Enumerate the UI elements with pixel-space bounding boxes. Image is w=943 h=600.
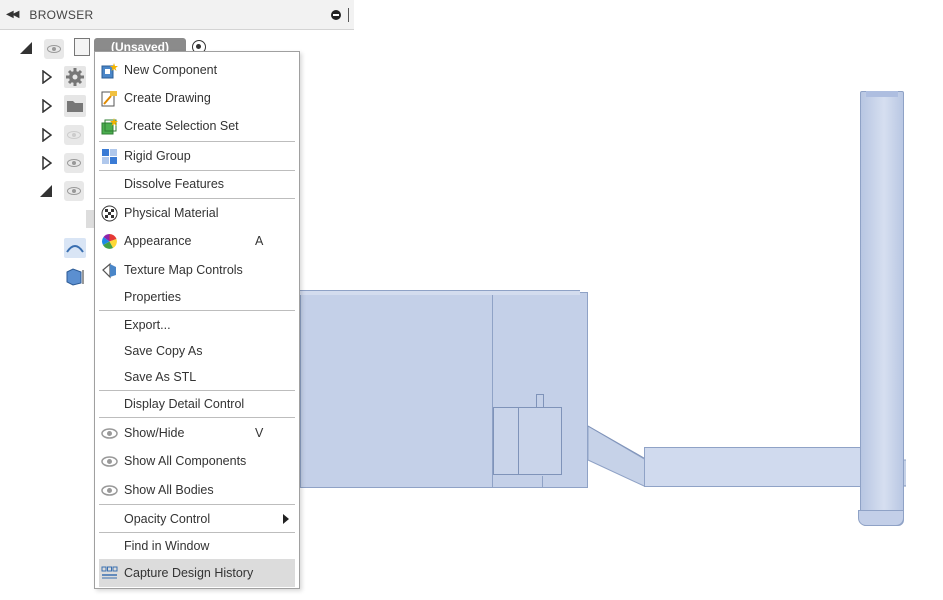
menu-item-save-as-stl[interactable]: Save As STL: [99, 367, 295, 387]
browser-header: ◀◀ BROWSER: [0, 0, 354, 30]
menu-item-appearance[interactable]: Appearance A: [99, 231, 295, 251]
menu-separator: [99, 532, 295, 533]
menu-item-rigid-group[interactable]: Rigid Group: [99, 146, 295, 166]
expanded-triangle-icon[interactable]: [20, 42, 32, 54]
visibility-eye-icon[interactable]: [44, 39, 64, 59]
model-bottom-edge: [542, 476, 543, 488]
menu-item-new-component[interactable]: New Component: [99, 60, 295, 80]
expanded-triangle-icon[interactable]: [40, 185, 52, 197]
folder-icon: [64, 95, 86, 117]
menu-item-show-hide[interactable]: Show/Hide V: [99, 423, 295, 443]
model-detail-line: [518, 408, 519, 474]
eye-icon: [101, 427, 118, 439]
shortcut-appearance: A: [255, 234, 264, 248]
new-component-icon: [101, 62, 118, 78]
model-small-tab: [536, 394, 544, 408]
collapsed-triangle-icon[interactable]: [42, 99, 52, 113]
sketch-icon: [64, 238, 86, 258]
eye-icon: [101, 455, 118, 467]
menu-item-show-all-components[interactable]: Show All Components: [99, 451, 295, 471]
browser-title: BROWSER: [29, 7, 94, 22]
selection-set-icon: [101, 117, 118, 134]
menu-item-create-selection-set[interactable]: Create Selection Set: [99, 116, 295, 136]
component-icon: [74, 38, 90, 56]
menu-item-show-all-bodies[interactable]: Show All Bodies: [99, 480, 295, 500]
menu-item-texture-map-controls[interactable]: Texture Map Controls: [99, 260, 295, 280]
menu-item-capture-design-history[interactable]: Capture Design History: [99, 559, 295, 587]
capture-history-icon: [101, 566, 118, 579]
panel-pin-icon[interactable]: [348, 8, 349, 22]
model-post-foot: [858, 510, 904, 526]
appearance-icon: [102, 233, 117, 249]
model-post-cap: [866, 91, 898, 97]
menu-item-dissolve-features[interactable]: Dissolve Features: [99, 174, 295, 194]
menu-item-find-in-window[interactable]: Find in Window: [99, 536, 295, 556]
eye-icon: [101, 484, 118, 496]
hidden-eye-icon[interactable]: [64, 125, 84, 145]
design-canvas[interactable]: [300, 30, 943, 600]
visibility-eye-icon[interactable]: [64, 181, 84, 201]
menu-item-opacity-control[interactable]: Opacity Control: [99, 509, 295, 529]
browser-options-icon[interactable]: [331, 10, 341, 20]
texture-map-icon: [102, 262, 116, 278]
physical-material-icon: [101, 205, 118, 221]
model-arm-base: [644, 447, 880, 487]
settings-gear-icon: [64, 66, 86, 88]
menu-item-save-copy-as[interactable]: Save Copy As: [99, 341, 295, 361]
menu-separator: [99, 310, 295, 311]
menu-item-physical-material[interactable]: Physical Material: [99, 203, 295, 223]
model-arm-top-line: [648, 447, 864, 448]
context-menu: New Component Create Drawing Create Sele…: [94, 51, 300, 589]
model-tall-post: [860, 91, 904, 526]
submenu-arrow-icon: [283, 514, 289, 524]
collapsed-triangle-icon[interactable]: [42, 156, 52, 170]
menu-separator: [99, 198, 295, 199]
visibility-eye-icon[interactable]: [64, 153, 84, 173]
collapsed-triangle-icon[interactable]: [42, 70, 52, 84]
menu-separator: [99, 390, 295, 391]
model-top-edge: [300, 290, 580, 295]
create-drawing-icon: [101, 90, 117, 106]
menu-item-display-detail-control[interactable]: Display Detail Control: [99, 394, 295, 414]
menu-item-properties[interactable]: Properties: [99, 287, 295, 307]
body-cube-icon: [64, 266, 86, 286]
browser-tree: [0, 30, 96, 300]
rigid-group-icon: [102, 148, 117, 164]
menu-item-export[interactable]: Export...: [99, 315, 295, 335]
menu-separator: [99, 417, 295, 418]
collapsed-triangle-icon[interactable]: [42, 128, 52, 142]
menu-separator: [99, 504, 295, 505]
menu-separator: [99, 170, 295, 171]
collapse-panel-icon[interactable]: ◀◀: [6, 9, 19, 20]
menu-separator: [99, 141, 295, 142]
menu-item-create-drawing[interactable]: Create Drawing: [99, 88, 295, 108]
model-detail-box: [493, 407, 562, 475]
shortcut-show-hide: V: [255, 426, 264, 440]
